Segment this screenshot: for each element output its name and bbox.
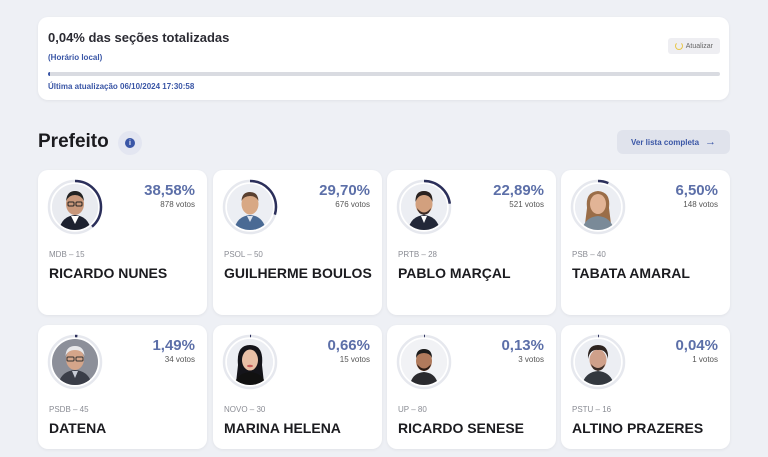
candidate-card[interactable]: 1,49% 34 votos PSDB – 45 DATENA [38, 325, 207, 449]
candidate-avatar [47, 334, 103, 390]
candidate-percent: 6,50% [675, 182, 718, 199]
candidate-avatar [396, 179, 452, 235]
candidate-percent: 22,89% [493, 182, 544, 199]
candidate-votes: 676 votos [335, 200, 370, 209]
refresh-icon [674, 42, 683, 50]
candidate-party: UP – 80 [398, 405, 427, 414]
candidate-percent: 38,58% [144, 182, 195, 199]
candidate-card[interactable]: 0,13% 3 votos UP – 80 RICARDO SENESE [387, 325, 556, 449]
candidate-votes: 878 votos [160, 200, 195, 209]
refresh-button[interactable]: Atualizar [667, 38, 720, 54]
candidate-party: PSOL – 50 [224, 250, 263, 259]
candidate-avatar [222, 179, 278, 235]
candidate-card[interactable]: 22,89% 521 votos PRTB – 28 PABLO MARÇAL [387, 170, 556, 315]
candidate-percent: 0,66% [327, 337, 370, 354]
full-list-button[interactable]: Ver lista completa → [617, 130, 730, 154]
candidate-party: PRTB – 28 [398, 250, 437, 259]
info-button[interactable]: i [118, 131, 142, 155]
candidate-votes: 15 votos [339, 355, 370, 364]
candidate-votes: 3 votos [518, 355, 544, 364]
candidate-percent: 29,70% [319, 182, 370, 199]
candidate-party: PSDB – 45 [49, 405, 89, 414]
candidate-avatar [570, 334, 626, 390]
candidate-name: ALTINO PRAZERES [572, 420, 704, 436]
candidate-percent: 0,13% [501, 337, 544, 354]
candidate-avatar [570, 179, 626, 235]
totalization-progress-fill [48, 72, 51, 76]
refresh-label: Atualizar [685, 42, 713, 50]
candidate-votes: 521 votos [509, 200, 544, 209]
candidate-party: NOVO – 30 [224, 405, 266, 414]
candidate-card[interactable]: 38,58% 878 votos MDB – 15 RICARDO NUNES [38, 170, 207, 315]
candidate-party: PSB – 40 [572, 250, 606, 259]
candidate-avatar [396, 334, 452, 390]
candidate-party: MDB – 15 [49, 250, 85, 259]
candidate-name: MARINA HELENA [224, 420, 341, 436]
info-icon: i [125, 138, 135, 148]
candidate-card[interactable]: 0,66% 15 votos NOVO – 30 MARINA HELENA [213, 325, 382, 449]
section-title: Prefeito [38, 131, 109, 152]
candidate-name: TABATA AMARAL [572, 265, 690, 281]
candidate-percent: 0,04% [675, 337, 718, 354]
candidate-card[interactable]: 29,70% 676 votos PSOL – 50 GUILHERME BOU… [213, 170, 382, 315]
candidate-votes: 148 votos [683, 200, 718, 209]
sections-totalized-text: 0,04% das seções totalizadas [48, 30, 230, 45]
candidate-percent: 1,49% [152, 337, 195, 354]
candidate-votes: 1 votos [692, 355, 718, 364]
arrow-right-icon: → [705, 136, 717, 148]
totalization-progress-bar [48, 72, 720, 76]
last-update-text: Última atualização 06/10/2024 17:30:58 [48, 82, 195, 91]
candidate-votes: 34 votos [164, 355, 195, 364]
candidate-card[interactable]: 6,50% 148 votos PSB – 40 TABATA AMARAL [561, 170, 730, 315]
candidate-name: PABLO MARÇAL [398, 265, 511, 281]
candidate-avatar [222, 334, 278, 390]
candidate-name: DATENA [49, 420, 107, 436]
candidate-name: RICARDO SENESE [398, 420, 525, 436]
candidate-name: RICARDO NUNES [49, 265, 168, 281]
candidate-party: PSTU – 16 [572, 405, 612, 414]
candidate-card[interactable]: 0,04% 1 votos PSTU – 16 ALTINO PRAZERES [561, 325, 730, 449]
candidate-avatar [47, 179, 103, 235]
full-list-label: Ver lista completa [630, 137, 700, 147]
local-time-label: (Horário local) [48, 53, 103, 62]
candidate-name: GUILHERME BOULOS [224, 265, 372, 281]
totalization-status-card: 0,04% das seções totalizadas (Horário lo… [38, 17, 729, 100]
